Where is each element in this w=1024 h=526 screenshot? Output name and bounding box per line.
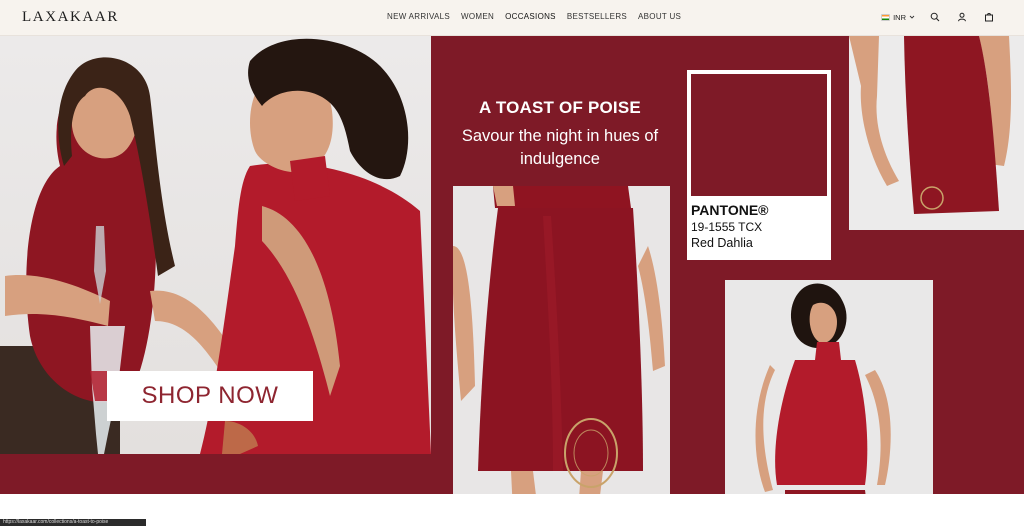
dress-illustration — [849, 36, 1012, 214]
nav-occasions[interactable]: OCCASIONS — [505, 12, 556, 21]
nav-new-arrivals[interactable]: NEW ARRIVALS — [387, 12, 450, 21]
bag-icon[interactable] — [982, 10, 996, 24]
search-icon[interactable] — [928, 10, 942, 24]
halter-top-illustration — [755, 283, 891, 494]
skirt-illustration — [453, 186, 665, 494]
skirt-photo[interactable] — [453, 186, 670, 494]
hero-banner[interactable]: SHOP NOW A TOAST OF POISE Savour the nig… — [0, 36, 1024, 494]
brand-logo[interactable]: LAXAKAAR — [22, 9, 119, 26]
pantone-card: PANTONE® 19-1555 TCX Red Dahlia — [687, 70, 831, 260]
color-swatch — [691, 74, 827, 196]
nav-about-us[interactable]: ABOUT US — [638, 12, 681, 21]
headline-title: A TOAST OF POISE — [479, 98, 641, 117]
campaign-headline: A TOAST OF POISE Savour the night in hue… — [440, 98, 680, 171]
dress-photo[interactable] — [849, 36, 1024, 230]
header-utilities: INR — [881, 10, 996, 24]
headline-subtitle: Savour the night in hues of indulgence — [461, 127, 659, 168]
halter-top-photo[interactable] — [725, 280, 933, 494]
status-bar-url: https://laxakaar.com/collections/a-toast… — [0, 519, 146, 526]
main-nav: NEW ARRIVALS WOMEN OCCASIONS BESTSELLERS… — [387, 12, 681, 21]
nav-women[interactable]: WOMEN — [461, 12, 494, 21]
site-header: LAXAKAAR NEW ARRIVALS WOMEN OCCASIONS BE… — [0, 0, 1024, 36]
chevron-down-icon — [909, 15, 915, 19]
nav-bestsellers[interactable]: BESTSELLERS — [567, 12, 627, 21]
pantone-code: 19-1555 TCX — [691, 220, 763, 234]
shop-now-button[interactable]: SHOP NOW — [107, 371, 313, 421]
pantone-brand: PANTONE® — [691, 202, 769, 218]
india-flag-icon — [881, 13, 891, 21]
currency-label: INR — [893, 12, 906, 22]
hero-models-photo[interactable]: SHOP NOW — [0, 36, 431, 454]
currency-selector[interactable]: INR — [881, 13, 915, 22]
pantone-color-name: Red Dahlia — [691, 236, 753, 250]
user-icon[interactable] — [955, 10, 969, 24]
